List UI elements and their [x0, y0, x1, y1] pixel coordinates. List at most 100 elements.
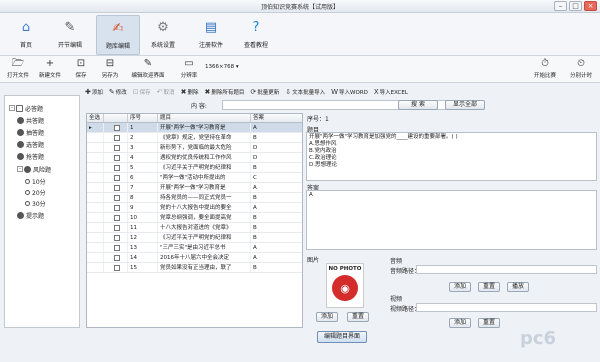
file-toolbar-button[interactable]: ⊡ 保存 — [69, 57, 93, 83]
show-all-button[interactable]: 显示全部 — [445, 100, 485, 110]
table-row[interactable]: 9 党的十八大报告中提出的要全 A — [87, 203, 302, 213]
row-checkbox[interactable] — [113, 205, 120, 211]
row-checkbox[interactable] — [113, 145, 120, 151]
collapse-toggle-icon[interactable]: - — [9, 105, 15, 111]
row-checkbox-cell[interactable] — [104, 213, 128, 222]
answer-field[interactable]: A — [306, 190, 597, 250]
resolution-select[interactable]: 1366×768 ▾ — [205, 64, 239, 70]
row-checkbox-cell[interactable] — [104, 183, 128, 192]
row-checkbox-cell[interactable] — [104, 153, 128, 162]
table-row[interactable]: 14 2016年十八届六中全会决定 A — [87, 253, 302, 263]
audio-path-input[interactable] — [416, 265, 597, 274]
table-row[interactable]: 5 《习近平关于严明党的纪律和 B — [87, 163, 302, 173]
action-button[interactable]: ✚ 添加 — [85, 88, 103, 96]
action-button[interactable]: W 导入WORD — [331, 88, 368, 96]
audio-reset-button[interactable]: 重置 — [478, 282, 500, 292]
tree-item[interactable]: 抢答题 — [17, 151, 44, 161]
tree-item[interactable]: 10分 — [25, 176, 46, 186]
table-row[interactable]: 7 开展"两学一做"学习教育是 A — [87, 183, 302, 193]
audio-add-button[interactable]: 添加 — [449, 282, 471, 292]
row-checkbox-cell[interactable] — [104, 223, 128, 232]
action-button[interactable]: X 导入EXCEL — [374, 88, 408, 96]
row-checkbox[interactable] — [113, 175, 120, 181]
row-checkbox[interactable] — [113, 195, 120, 201]
action-button[interactable]: ↶ 取消 — [157, 88, 175, 96]
table-row[interactable]: 10 党章总纲强调，要全面提高党 B — [87, 213, 302, 223]
separate-timer-button[interactable]: ⏲ 分别计时 — [566, 57, 596, 83]
toolbar-register-button[interactable]: ▤ 注册软件 — [189, 15, 233, 55]
action-button[interactable]: ⟳ 批量更新 — [250, 88, 279, 96]
row-checkbox[interactable] — [113, 185, 120, 191]
start-competition-button[interactable]: ⏱ 开始比赛 — [530, 57, 560, 83]
file-toolbar-button[interactable]: 🗁 打开文件 — [4, 57, 32, 83]
close-button[interactable]: × — [584, 1, 597, 11]
col-question[interactable]: 题目 — [158, 114, 251, 122]
row-checkbox[interactable] — [113, 125, 120, 131]
row-checkbox[interactable] — [113, 135, 120, 141]
row-checkbox[interactable] — [113, 255, 120, 261]
col-select-all[interactable]: 全选 — [87, 114, 104, 122]
tree-item[interactable]: 20分 — [25, 187, 46, 197]
toolbar-home-button[interactable]: ⌂ 首页 — [4, 15, 48, 55]
row-checkbox-cell[interactable] — [104, 263, 128, 272]
file-toolbar-button[interactable]: + 新建文件 — [35, 57, 65, 83]
action-button[interactable]: ✖ 删除所有题目 — [204, 88, 244, 96]
tree-item[interactable]: 共答题 — [17, 115, 44, 125]
row-checkbox[interactable] — [113, 165, 120, 171]
minimize-button[interactable]: – — [554, 1, 567, 11]
action-button[interactable]: ⊡ 保存 — [133, 88, 151, 96]
toolbar-tools-button[interactable]: ✎ 开节编辑 — [48, 15, 92, 55]
row-checkbox-cell[interactable] — [104, 133, 128, 142]
col-answer[interactable]: 答案 — [251, 114, 302, 122]
collapse-toggle-icon[interactable]: - — [17, 166, 23, 172]
tree-item[interactable]: 提示题 — [17, 210, 44, 220]
table-row[interactable]: 12 《习近平关于严明党的纪律和 B — [87, 233, 302, 243]
row-checkbox-cell[interactable] — [104, 173, 128, 182]
tree-item[interactable]: 30分 — [25, 198, 46, 208]
table-row[interactable]: 15 党员如果没有正当理由，联了 B — [87, 263, 302, 273]
video-path-input[interactable] — [416, 303, 597, 312]
col-seq[interactable]: 序号 — [128, 114, 158, 122]
row-checkbox-cell[interactable] — [104, 163, 128, 172]
table-row[interactable]: ▸ 1 开展"两学一做"学习教育是 A — [87, 123, 302, 133]
row-checkbox-cell[interactable] — [104, 193, 128, 202]
action-button[interactable]: ✎ 修改 — [109, 88, 127, 96]
video-add-button[interactable]: 添加 — [449, 318, 471, 328]
action-button[interactable]: ✖ 删除 — [181, 88, 199, 96]
edit-question-view-button[interactable]: 编辑题目界面 — [317, 331, 367, 343]
row-checkbox[interactable] — [113, 155, 120, 161]
image-reset-button[interactable]: 重置 — [347, 312, 369, 322]
audio-play-button[interactable]: 播放 — [507, 282, 529, 292]
table-row[interactable]: 4 遇权党的优良传统和工作作风 D — [87, 153, 302, 163]
table-row[interactable]: 3 新形势下，党面临的最大危险 D — [87, 143, 302, 153]
row-checkbox-cell[interactable] — [104, 143, 128, 152]
table-row[interactable]: 8 持各党员的——同正式党员一 B — [87, 193, 302, 203]
tree-item[interactable]: - 必答题 — [9, 103, 43, 113]
action-button[interactable]: ⇩ 文本批量导入 — [285, 88, 325, 96]
toolbar-question-button[interactable]: ✍ 题库编辑 — [96, 15, 140, 55]
row-checkbox[interactable] — [113, 225, 120, 231]
row-checkbox[interactable] — [113, 245, 120, 251]
maximize-button[interactable]: □ — [569, 1, 582, 11]
table-row[interactable]: 11 十八大报告对道进的《党章》 B — [87, 223, 302, 233]
file-toolbar-button[interactable]: ▭ 分辨率 — [176, 57, 202, 83]
row-checkbox[interactable] — [113, 265, 120, 271]
table-row[interactable]: 6 "两学一做"活动中所提出的 C — [87, 173, 302, 183]
row-checkbox-cell[interactable] — [104, 233, 128, 242]
toolbar-settings-button[interactable]: ⚙ 系统设置 — [141, 15, 185, 55]
tree-item[interactable]: - 风险题 — [17, 164, 51, 174]
file-toolbar-button[interactable]: ✎ 编辑欢迎界面 — [127, 57, 169, 83]
search-button[interactable]: 搜 索 — [398, 100, 438, 110]
toolbar-tutorial-button[interactable]: ? 查看教程 — [234, 15, 278, 55]
row-checkbox[interactable] — [113, 215, 120, 221]
row-checkbox-cell[interactable] — [104, 203, 128, 212]
tree-item[interactable]: 抽答题 — [17, 127, 44, 137]
row-checkbox-cell[interactable] — [104, 243, 128, 252]
row-checkbox-cell[interactable] — [104, 123, 128, 132]
file-toolbar-button[interactable]: ⊟ 另存为 — [98, 57, 122, 83]
row-checkbox-cell[interactable] — [104, 253, 128, 262]
row-checkbox[interactable] — [113, 235, 120, 241]
video-reset-button[interactable]: 重置 — [478, 318, 500, 328]
question-text-field[interactable]: 开展"两学一做"学习教育是加强党的____建设的重要部署。( ) A.思想作风 … — [306, 132, 597, 181]
image-add-button[interactable]: 添加 — [316, 312, 338, 322]
